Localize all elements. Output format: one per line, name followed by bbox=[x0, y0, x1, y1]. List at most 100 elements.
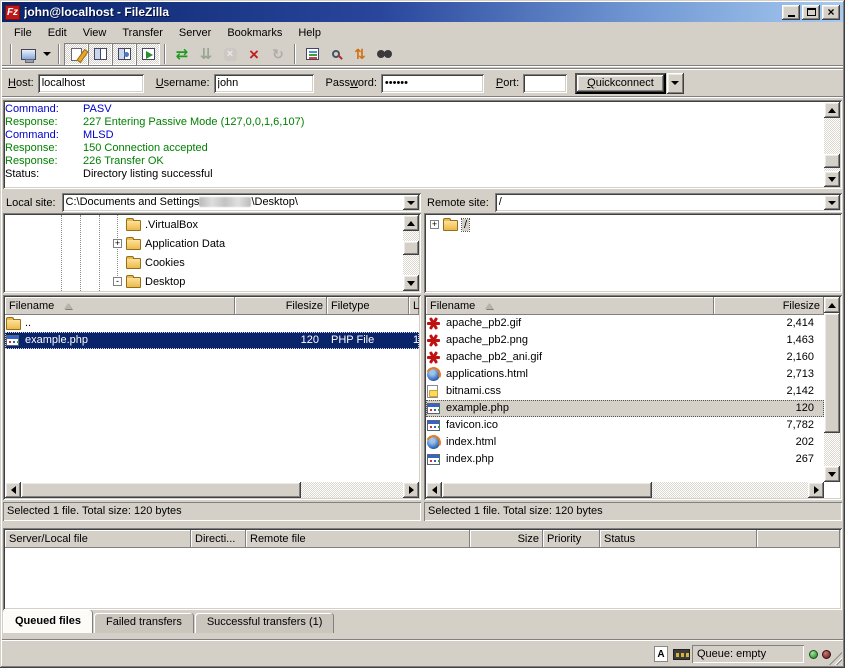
scroll-up-button[interactable] bbox=[824, 102, 840, 118]
column-header-remote-file[interactable]: Remote file bbox=[246, 530, 470, 548]
close-button[interactable]: × bbox=[822, 5, 840, 20]
local-site-dropdown[interactable] bbox=[403, 195, 419, 210]
tree-item-virtualbox[interactable]: .VirtualBox bbox=[5, 215, 419, 234]
log-vertical-scrollbar[interactable] bbox=[824, 102, 840, 187]
scrollbar-thumb[interactable] bbox=[403, 241, 419, 255]
scroll-left-button[interactable] bbox=[426, 482, 442, 498]
tab-successful-transfers[interactable]: Successful transfers (1) bbox=[195, 613, 335, 633]
remote-site-dropdown[interactable] bbox=[824, 195, 840, 210]
local-tree-scrollbar[interactable] bbox=[403, 215, 419, 291]
column-header-filetype[interactable]: Filetype bbox=[327, 297, 409, 315]
file-row[interactable]: index.php 267 bbox=[426, 451, 824, 468]
file-row[interactable]: bitnami.css 2,142 bbox=[426, 383, 824, 400]
tree-item-desktop[interactable]: - Desktop bbox=[5, 272, 419, 291]
scrollbar-thumb[interactable] bbox=[21, 482, 301, 498]
cancel-operation-button[interactable] bbox=[218, 43, 242, 65]
tab-queued-files[interactable]: Queued files bbox=[3, 610, 93, 633]
folder-icon bbox=[126, 239, 141, 250]
remote-horizontal-scrollbar[interactable] bbox=[426, 482, 824, 498]
file-row-selected[interactable]: example.php 120 bbox=[426, 400, 824, 417]
local-site-combo[interactable]: C:\Documents and Settings\Desktop\ bbox=[62, 193, 421, 212]
tree-item-root[interactable]: + / bbox=[426, 215, 840, 234]
toggle-local-tree-button[interactable] bbox=[88, 43, 112, 65]
column-header-empty[interactable] bbox=[757, 530, 840, 548]
queue-list-area[interactable] bbox=[5, 548, 840, 608]
find-files-button[interactable] bbox=[372, 43, 396, 65]
column-header-size[interactable]: Size bbox=[470, 530, 543, 548]
scroll-down-button[interactable] bbox=[824, 466, 840, 482]
password-input[interactable] bbox=[381, 74, 484, 93]
arrow-up-icon bbox=[828, 303, 836, 308]
column-header-filename[interactable]: Filename bbox=[5, 297, 235, 315]
scroll-right-button[interactable] bbox=[403, 482, 419, 498]
title-bar[interactable]: Fz john@localhost - FileZilla × bbox=[2, 2, 843, 22]
file-row[interactable]: apache_pb2_ani.gif 2,160 bbox=[426, 349, 824, 366]
menu-item-help[interactable]: Help bbox=[290, 25, 329, 41]
menu-item-view[interactable]: View bbox=[75, 25, 115, 41]
remote-site-combo[interactable]: / bbox=[495, 193, 842, 212]
file-row[interactable]: apache_pb2.png 1,463 bbox=[426, 332, 824, 349]
open-folder-icon bbox=[443, 220, 458, 231]
local-horizontal-scrollbar[interactable] bbox=[5, 482, 419, 498]
scroll-down-button[interactable] bbox=[824, 171, 840, 187]
scrollbar-thumb[interactable] bbox=[442, 482, 652, 498]
column-header-filesize[interactable]: Filesize bbox=[235, 297, 327, 315]
column-header-lastmodified[interactable]: L bbox=[409, 297, 419, 315]
folder-icon bbox=[126, 258, 141, 269]
expand-icon[interactable]: + bbox=[430, 220, 439, 229]
reconnect-button[interactable] bbox=[266, 43, 290, 65]
process-queue-button[interactable] bbox=[194, 43, 218, 65]
scroll-down-button[interactable] bbox=[403, 275, 419, 291]
collapse-icon[interactable]: - bbox=[113, 277, 122, 286]
site-manager-dropdown[interactable] bbox=[40, 43, 54, 65]
username-input[interactable] bbox=[214, 74, 314, 93]
menu-item-file[interactable]: File bbox=[6, 25, 40, 41]
scrollbar-thumb[interactable] bbox=[824, 154, 840, 168]
file-row[interactable]: favicon.ico 7,782 bbox=[426, 417, 824, 434]
port-label: Port: bbox=[496, 77, 519, 89]
toggle-queue-button[interactable] bbox=[136, 43, 160, 65]
toggle-remote-tree-button[interactable] bbox=[112, 43, 136, 65]
column-header-status[interactable]: Status bbox=[600, 530, 757, 548]
file-row-example-php[interactable]: example.php 120 PHP File 1 bbox=[5, 332, 419, 349]
menu-item-transfer[interactable]: Transfer bbox=[114, 25, 171, 41]
file-row-parent-dir[interactable]: .. bbox=[5, 315, 419, 332]
disconnect-button[interactable] bbox=[242, 43, 266, 65]
file-row[interactable]: applications.html 2,713 bbox=[426, 366, 824, 383]
tree-item-application-data[interactable]: + Application Data bbox=[5, 234, 419, 253]
port-input[interactable] bbox=[523, 74, 567, 93]
arrow-up-icon bbox=[828, 108, 836, 113]
tree-item-cookies[interactable]: Cookies bbox=[5, 253, 419, 272]
synchronized-browsing-button[interactable] bbox=[348, 43, 372, 65]
tab-failed-transfers[interactable]: Failed transfers bbox=[94, 613, 194, 633]
quickconnect-dropdown[interactable] bbox=[667, 73, 684, 94]
menu-item-bookmarks[interactable]: Bookmarks bbox=[219, 25, 290, 41]
column-header-direction[interactable]: Directi... bbox=[191, 530, 246, 548]
host-input[interactable] bbox=[38, 74, 144, 93]
remote-vertical-scrollbar[interactable] bbox=[824, 297, 840, 482]
scroll-left-button[interactable] bbox=[5, 482, 21, 498]
column-header-filename[interactable]: Filename bbox=[426, 297, 714, 315]
column-header-server-local-file[interactable]: Server/Local file bbox=[5, 530, 191, 548]
menu-item-server[interactable]: Server bbox=[171, 25, 219, 41]
directory-filters-button[interactable] bbox=[300, 43, 324, 65]
ascii-datatype-icon: A bbox=[654, 646, 668, 662]
filter-icon bbox=[306, 48, 319, 60]
column-header-priority[interactable]: Priority bbox=[543, 530, 600, 548]
maximize-button[interactable] bbox=[802, 5, 820, 20]
minimize-button[interactable] bbox=[782, 5, 800, 20]
scroll-up-button[interactable] bbox=[824, 297, 840, 313]
expand-icon[interactable]: + bbox=[113, 239, 122, 248]
quickconnect-button[interactable]: Quickconnect bbox=[575, 73, 666, 94]
menu-item-edit[interactable]: Edit bbox=[40, 25, 75, 41]
scroll-up-button[interactable] bbox=[403, 215, 419, 231]
column-header-filesize[interactable]: Filesize bbox=[714, 297, 824, 315]
scroll-right-button[interactable] bbox=[808, 482, 824, 498]
scrollbar-thumb[interactable] bbox=[824, 313, 840, 433]
directory-comparison-button[interactable] bbox=[324, 43, 348, 65]
file-row[interactable]: apache_pb2.gif 2,414 bbox=[426, 315, 824, 332]
refresh-button[interactable] bbox=[170, 43, 194, 65]
file-row[interactable]: index.html 202 bbox=[426, 434, 824, 451]
toggle-message-log-button[interactable] bbox=[64, 43, 88, 65]
site-manager-button[interactable] bbox=[16, 43, 40, 65]
